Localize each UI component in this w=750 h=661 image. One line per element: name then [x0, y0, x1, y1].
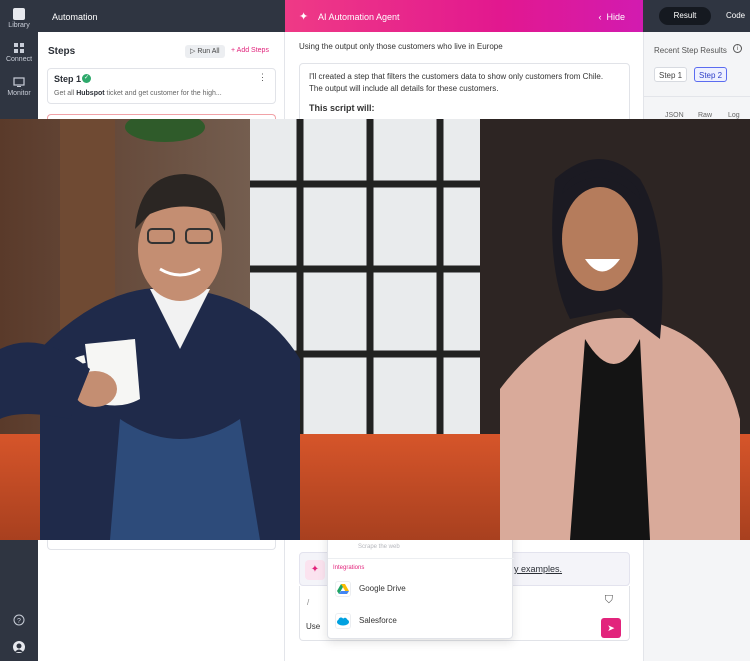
step-description: Get all Hubspot ticket and get customer …: [54, 90, 222, 97]
recent-results-title: Recent Step Results: [654, 46, 727, 55]
agent-title: AI Automation Agent: [318, 12, 400, 22]
photo-two-people-on-couch: [0, 119, 750, 540]
sparkle-icon: ✦: [299, 11, 309, 23]
rail-connect-label: Connect: [5, 56, 33, 63]
reply-heading: This script will:: [309, 103, 375, 113]
tab-json[interactable]: JSON: [665, 112, 684, 119]
divider: [328, 558, 514, 559]
hide-label: Hide: [606, 12, 625, 22]
chip-step-2[interactable]: Step 2: [694, 67, 728, 82]
chevron-left-icon: ‹: [598, 12, 602, 22]
user-prompt: Using the output only those customers wh…: [299, 42, 503, 51]
examples-link[interactable]: y examples.: [514, 564, 562, 574]
automation-title: Automation: [52, 12, 98, 22]
tab-raw[interactable]: Raw: [698, 112, 712, 119]
reply-line: I'll created a step that filters the cus…: [309, 72, 604, 81]
step-card-bottom[interactable]: [47, 540, 276, 550]
dropdown-section-label: Integrations: [333, 565, 365, 571]
connect-icon: [13, 42, 25, 54]
salesforce-icon: [335, 613, 351, 629]
dropdown-item-label: Salesforce: [359, 616, 397, 625]
svg-text:?: ?: [17, 618, 21, 625]
dropdown-item-salesforce[interactable]: Salesforce: [333, 610, 509, 632]
send-button[interactable]: ➤: [601, 618, 621, 638]
rail-library-label: Library: [8, 22, 30, 29]
help-icon[interactable]: ?: [0, 613, 38, 631]
dropdown-item-google-drive[interactable]: Google Drive: [333, 578, 509, 600]
tab-result[interactable]: Result: [659, 7, 711, 25]
input-use-text: Use: [306, 622, 321, 631]
info-icon[interactable]: i: [733, 44, 742, 53]
magic-wand-icon[interactable]: ✦: [305, 560, 325, 580]
check-icon: ✓: [82, 74, 91, 83]
command-dropdown: Scrape the web Integrations Google Drive…: [327, 530, 514, 639]
dropdown-faded-item[interactable]: Scrape the web: [358, 544, 400, 550]
step-name: Step 1: [54, 74, 82, 84]
photo-overlay: [0, 119, 750, 540]
run-all-button[interactable]: ▷ Run All: [185, 45, 225, 58]
agent-reply: I'll created a step that filters the cus…: [299, 63, 630, 123]
agent-header: ✦ AI Automation Agent ‹ Hide: [285, 0, 643, 32]
avatar[interactable]: [0, 640, 38, 658]
divider: [643, 96, 750, 97]
dropdown-item-label: Google Drive: [359, 584, 406, 593]
input-slash: /: [307, 598, 310, 607]
tab-log[interactable]: Log: [728, 112, 740, 119]
monitor-icon: [13, 76, 25, 88]
google-drive-icon: [335, 581, 351, 597]
automation-header: Automation: [38, 0, 285, 32]
reply-line: The output will include all details for …: [309, 84, 499, 93]
hide-button[interactable]: ‹ Hide: [598, 12, 625, 22]
chip-step-1[interactable]: Step 1: [654, 67, 688, 82]
rail-monitor-label: Monitor: [7, 90, 31, 97]
shield-icon[interactable]: ⛉: [605, 594, 613, 607]
steps-title: Steps: [48, 46, 76, 57]
rail-item-connect[interactable]: Connect: [0, 42, 38, 63]
rail-item-monitor[interactable]: Monitor: [0, 76, 38, 97]
more-vertical-icon[interactable]: ⋮: [258, 72, 267, 83]
tab-code[interactable]: Code: [726, 11, 745, 20]
library-icon: [13, 8, 25, 20]
step-card[interactable]: Step 1 ✓ ⋮ Get all Hubspot ticket and ge…: [47, 68, 276, 104]
rail-item-library[interactable]: Library: [0, 8, 38, 29]
add-steps-button[interactable]: + Add Steps: [231, 47, 269, 54]
